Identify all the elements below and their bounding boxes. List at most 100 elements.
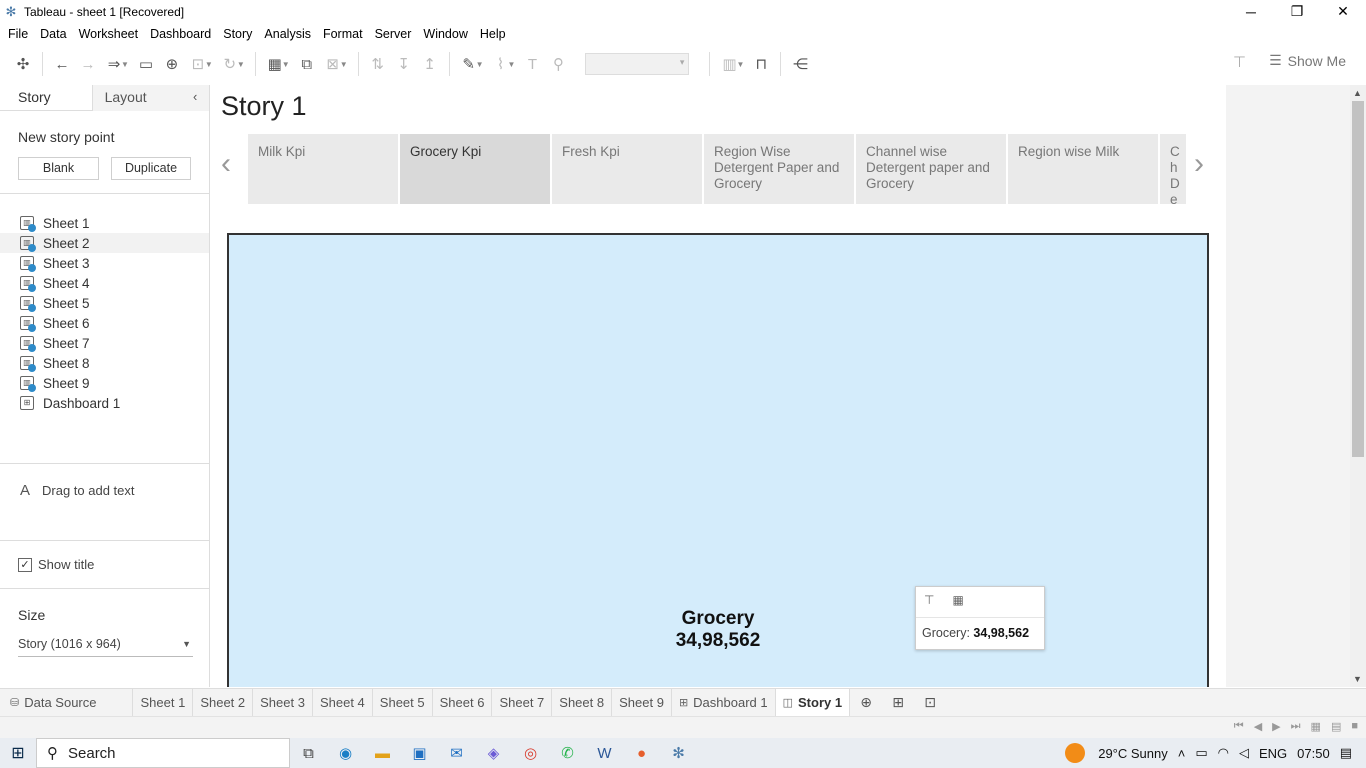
sheet-item[interactable]: ▥ Sheet 5 bbox=[0, 293, 209, 313]
store-icon[interactable]: ▣ bbox=[401, 738, 438, 768]
sheet-item[interactable]: ▥ Sheet 3 bbox=[0, 253, 209, 273]
show-sheet-sorter-icon[interactable]: ▦ bbox=[1311, 720, 1321, 733]
menu-analysis[interactable]: Analysis bbox=[258, 27, 317, 41]
story-point[interactable]: Channel wise Detergent paper and Grocery bbox=[856, 134, 1006, 204]
menu-dashboard[interactable]: Dashboard bbox=[144, 27, 217, 41]
dropdown-arrow-icon[interactable]: ▼ bbox=[476, 60, 484, 69]
weather-text[interactable]: 29°C Sunny bbox=[1098, 746, 1168, 761]
whatsapp-icon[interactable]: ✆ bbox=[549, 738, 586, 768]
blank-button[interactable]: Blank bbox=[18, 157, 99, 180]
menu-format[interactable]: Format bbox=[317, 27, 369, 41]
sheet-item[interactable]: ▥ Sheet 9 bbox=[0, 373, 209, 393]
show-filmstrip-icon[interactable]: ▤ bbox=[1331, 720, 1341, 733]
clock[interactable]: 07:50 bbox=[1297, 746, 1330, 761]
sheet-item[interactable]: ▥ Sheet 6 bbox=[0, 313, 209, 333]
duplicate-sheet-icon[interactable]: ⧉ bbox=[294, 51, 320, 77]
menu-worksheet[interactable]: Worksheet bbox=[73, 27, 145, 41]
sheet-item[interactable]: ⊞ Dashboard 1 bbox=[0, 393, 209, 413]
tab-sheet[interactable]: Sheet 4 bbox=[313, 688, 373, 717]
sheet-item[interactable]: ▥ Sheet 4 bbox=[0, 273, 209, 293]
new-worksheet-icon[interactable]: ⊕ bbox=[850, 689, 882, 717]
tab-sheet[interactable]: Sheet 8 bbox=[552, 688, 613, 717]
task-view-icon[interactable]: ⧉ bbox=[290, 738, 327, 768]
next-story-point-icon[interactable]: › bbox=[1194, 147, 1204, 181]
tab-sheet[interactable]: Sheet 2 bbox=[193, 688, 254, 717]
dropdown-arrow-icon[interactable]: ▼ bbox=[282, 60, 290, 69]
new-story-icon[interactable]: ⊡ bbox=[914, 689, 946, 717]
tab-sheet[interactable]: Sheet 3 bbox=[253, 688, 313, 717]
drag-to-add-text[interactable]: A Drag to add text bbox=[20, 482, 135, 499]
presentation-mode-icon[interactable]: ⊓ bbox=[748, 51, 774, 77]
tab-layout[interactable]: Layout bbox=[91, 85, 209, 111]
story-title[interactable]: Story 1 bbox=[221, 91, 307, 122]
sort-descending-icon[interactable]: ↥ bbox=[417, 51, 443, 77]
sheet-item[interactable]: ▥ Sheet 1 bbox=[0, 213, 209, 233]
story-point[interactable]: Region Wise Detergent Paper and Grocery bbox=[704, 134, 854, 204]
share-icon[interactable]: ⋲ bbox=[787, 51, 813, 77]
new-dashboard-icon[interactable]: ⊞ bbox=[882, 689, 914, 717]
last-sheet-icon[interactable]: ⏭ bbox=[1291, 720, 1301, 733]
firefox-icon[interactable]: ● bbox=[623, 738, 660, 768]
tab-sheet[interactable]: Sheet 9 bbox=[612, 688, 672, 717]
story-point[interactable]: Milk Kpi bbox=[248, 134, 398, 204]
sheet-item[interactable]: ▥ Sheet 7 bbox=[0, 333, 209, 353]
chevron-up-icon[interactable]: ˄ bbox=[1178, 746, 1186, 761]
menu-file[interactable]: File bbox=[2, 27, 34, 41]
menu-server[interactable]: Server bbox=[369, 27, 418, 41]
tab-story[interactable]: Story bbox=[0, 85, 92, 111]
menu-data[interactable]: Data bbox=[34, 27, 72, 41]
swap-icon[interactable]: ⇅ bbox=[365, 51, 391, 77]
save-icon[interactable]: ▭ bbox=[133, 51, 159, 77]
scroll-up-icon[interactable]: ▲ bbox=[1353, 88, 1362, 98]
collapse-sidebar-icon[interactable]: ‹ bbox=[193, 89, 197, 104]
undo-icon[interactable]: ← bbox=[49, 51, 75, 77]
kpi-visualization[interactable]: Grocery 34,98,562 ⊤ ▦ Grocery: 34,98,562 bbox=[227, 233, 1209, 687]
first-sheet-icon[interactable]: ⏮ bbox=[1234, 720, 1244, 733]
checkbox-checked-icon[interactable]: ✓ bbox=[18, 557, 32, 572]
tableau-home-icon[interactable]: ✣ bbox=[10, 51, 36, 77]
dropdown-arrow-icon[interactable]: ▼ bbox=[237, 60, 245, 69]
fit-select[interactable] bbox=[585, 53, 690, 75]
show-title-checkbox[interactable]: ✓ Show title bbox=[18, 557, 94, 572]
dropdown-arrow-icon[interactable]: ▼ bbox=[121, 60, 129, 69]
dropdown-arrow-icon[interactable]: ▼ bbox=[340, 60, 348, 69]
menu-help[interactable]: Help bbox=[474, 27, 512, 41]
menu-story[interactable]: Story bbox=[217, 27, 258, 41]
format-painter-icon[interactable]: ⊤ bbox=[1233, 53, 1246, 71]
scroll-down-icon[interactable]: ▼ bbox=[1353, 674, 1362, 684]
file-explorer-icon[interactable]: ▬ bbox=[364, 738, 401, 768]
restore-icon[interactable]: ❐ bbox=[1274, 0, 1320, 23]
show-tabs-icon[interactable]: ■ bbox=[1351, 720, 1358, 733]
tableau-taskbar-icon[interactable]: ✻ bbox=[660, 738, 697, 768]
sheet-item[interactable]: ▥ Sheet 2 bbox=[0, 233, 209, 253]
size-select[interactable]: Story (1016 x 964) ▼ bbox=[18, 637, 193, 657]
new-data-source-icon[interactable]: ⊕ bbox=[159, 51, 185, 77]
redo-icon[interactable]: → bbox=[75, 51, 101, 77]
minimize-icon[interactable]: ─ bbox=[1228, 0, 1274, 23]
photos-icon[interactable]: ◈ bbox=[475, 738, 512, 768]
vertical-scrollbar[interactable]: ▲ ▼ bbox=[1350, 85, 1366, 687]
edge-icon[interactable]: ◉ bbox=[327, 738, 364, 768]
dropdown-arrow-icon[interactable]: ▼ bbox=[736, 60, 744, 69]
taskbar-search[interactable]: ⚲ Search bbox=[36, 738, 290, 768]
story-point[interactable]: Region wise Milk bbox=[1008, 134, 1158, 204]
duplicate-button[interactable]: Duplicate bbox=[111, 157, 191, 180]
language-indicator[interactable]: ENG bbox=[1259, 746, 1287, 761]
tab-sheet[interactable]: Sheet 5 bbox=[373, 688, 433, 717]
story-point[interactable]: Fresh Kpi bbox=[552, 134, 702, 204]
word-icon[interactable]: W bbox=[586, 738, 623, 768]
tab-sheet[interactable]: Sheet 7 bbox=[492, 688, 553, 717]
mail-icon[interactable]: ✉ bbox=[438, 738, 475, 768]
sheet-item[interactable]: ▥ Sheet 8 bbox=[0, 353, 209, 373]
dropdown-arrow-icon[interactable]: ▼ bbox=[205, 60, 213, 69]
fix-axes-icon[interactable]: ⚲ bbox=[545, 51, 571, 77]
labels-icon[interactable]: T bbox=[519, 51, 545, 77]
story-point[interactable]: Ch De Fro bbox=[1160, 134, 1186, 204]
scrollbar-thumb[interactable] bbox=[1352, 101, 1364, 457]
tab-dashboard[interactable]: ⊞ Dashboard 1 bbox=[672, 688, 776, 717]
view-data-icon[interactable]: ▦ bbox=[952, 593, 963, 607]
previous-story-point-icon[interactable]: ‹ bbox=[221, 147, 231, 181]
tab-sheet[interactable]: Sheet 6 bbox=[433, 688, 493, 717]
notifications-icon[interactable]: ▤ bbox=[1340, 745, 1352, 761]
wifi-icon[interactable]: ◠ bbox=[1218, 745, 1229, 761]
